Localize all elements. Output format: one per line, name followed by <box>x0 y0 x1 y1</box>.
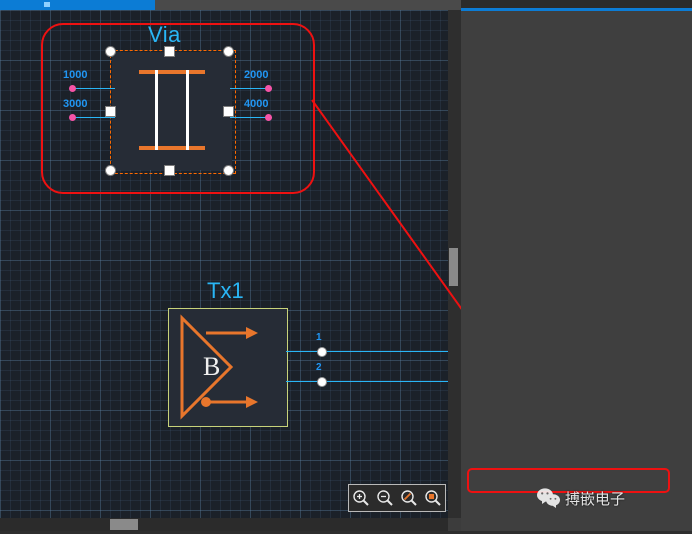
zoom-toolbar[interactable] <box>348 484 446 512</box>
via-pin-dot-4000[interactable] <box>265 114 272 121</box>
tab-icon <box>44 2 50 7</box>
via-pin-label-1000: 1000 <box>63 69 88 81</box>
via-pin-wire-3000[interactable] <box>73 117 115 118</box>
via-pin-label-3000: 3000 <box>63 98 88 110</box>
zoom-selected-icon[interactable] <box>400 489 418 507</box>
via-pin-wire-1000[interactable] <box>73 88 115 89</box>
zoom-in-icon[interactable] <box>352 489 370 507</box>
wechat-icon <box>537 488 560 508</box>
canvas-horizontal-scroll-thumb[interactable] <box>110 519 138 530</box>
panel-accent-bar <box>461 8 692 11</box>
block-label-tx1: Tx1 <box>207 278 244 303</box>
via-selection-box <box>110 50 236 174</box>
panel-top-background <box>461 0 692 8</box>
selection-grip-bc[interactable] <box>164 165 175 176</box>
selection-grip-bl[interactable] <box>105 165 116 176</box>
zoom-fit-icon[interactable] <box>424 489 442 507</box>
tx1-pin-wire-1[interactable] <box>286 351 448 352</box>
selection-grip-tr[interactable] <box>223 46 234 57</box>
canvas-vertical-scroll-thumb[interactable] <box>449 248 458 286</box>
properties-panel: Search Name Va <box>461 0 692 531</box>
zoom-out-icon[interactable] <box>376 489 394 507</box>
selection-grip-ml[interactable] <box>105 106 116 117</box>
selection-grip-tc[interactable] <box>164 46 175 57</box>
tx1-pin-label-2: 2 <box>316 362 322 373</box>
tx1-pin-label-1: 1 <box>316 332 322 343</box>
via-pin-dot-3000[interactable] <box>69 114 76 121</box>
selection-grip-tl[interactable] <box>105 46 116 57</box>
via-pin-label-2000: 2000 <box>244 69 269 81</box>
selection-grip-br[interactable] <box>223 165 234 176</box>
selection-grip-mr[interactable] <box>223 106 234 117</box>
tx1-pin-wire-2[interactable] <box>286 381 448 382</box>
schematic-canvas[interactable]: Via 1000 3000 2000 4000 Tx1 B 1 2 <box>0 10 460 518</box>
tx1-symbol-letter: B <box>203 352 221 381</box>
via-pin-dot-1000[interactable] <box>69 85 76 92</box>
via-pin-dot-2000[interactable] <box>265 85 272 92</box>
watermark: 搏嵌电子 <box>536 487 625 509</box>
tx1-symbol-body[interactable] <box>168 308 288 427</box>
application-window: Via 1000 3000 2000 4000 Tx1 B 1 2 搏嵌电子 <box>0 0 692 531</box>
tx1-pin-dot-1[interactable] <box>317 347 327 357</box>
via-pin-label-4000: 4000 <box>244 98 269 110</box>
canvas-horizontal-scrollbar[interactable] <box>0 518 448 531</box>
block-label-via: Via <box>148 22 181 47</box>
tx1-pin-dot-2[interactable] <box>317 377 327 387</box>
watermark-text: 搏嵌电子 <box>565 489 626 508</box>
active-document-tab[interactable] <box>0 0 155 10</box>
